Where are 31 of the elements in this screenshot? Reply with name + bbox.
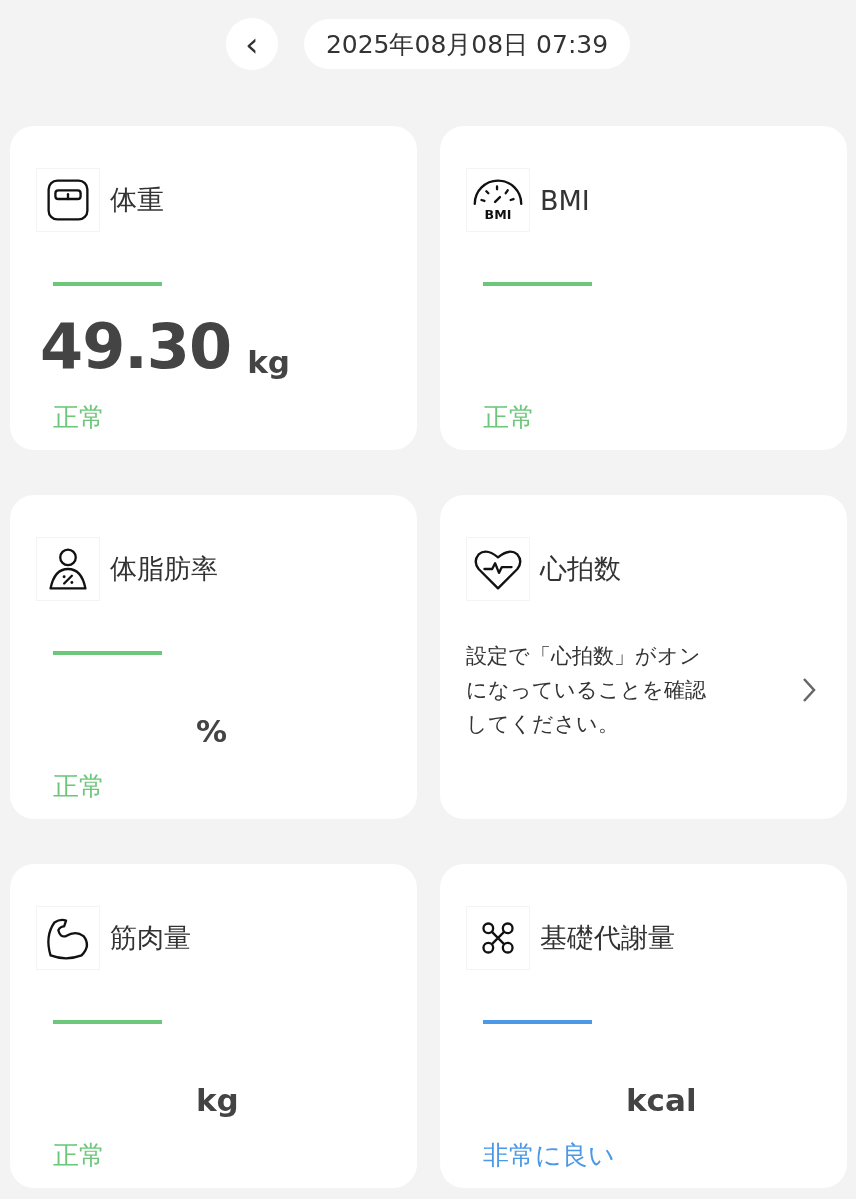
metric-card[interactable]: 筋肉量 kg 正常	[10, 864, 417, 1188]
unit-label: %	[196, 712, 228, 751]
unit-label: kcal	[626, 1081, 697, 1120]
status-label: 正常	[53, 401, 106, 434]
metric-card[interactable]: 体脂肪率 % 正常	[10, 495, 417, 819]
card-title: 心拍数	[540, 552, 621, 586]
card-title: BMI	[540, 184, 590, 216]
status-label: 正常	[483, 401, 536, 434]
card-title: 基礎代謝量	[540, 921, 675, 955]
back-button[interactable]: ‹	[225, 18, 278, 70]
card-title: 体重	[110, 183, 164, 217]
metric-card[interactable]: BMI BMI 正常	[440, 126, 847, 450]
network-icon	[466, 906, 530, 970]
gauge-icon: BMI	[466, 168, 530, 232]
unit-label: kg	[196, 1081, 239, 1120]
chevron-right-icon[interactable]	[801, 676, 817, 704]
status-label: 非常に良い	[483, 1139, 616, 1172]
flexed-arm-icon	[36, 906, 100, 970]
status-label: 正常	[53, 1139, 106, 1172]
metric-card[interactable]: 基礎代謝量 kcal 非常に良い	[440, 864, 847, 1188]
scale-icon	[36, 168, 100, 232]
card-title: 筋肉量	[110, 921, 191, 955]
metric-card[interactable]: 心拍数 設定で「心拍数」がオンになっていることを確認してください。	[440, 495, 847, 819]
unit-label: kg	[247, 343, 290, 382]
status-label: 正常	[53, 770, 106, 803]
card-title: 体脂肪率	[110, 552, 218, 586]
value-text: 49.30	[40, 312, 232, 382]
metric-card[interactable]: 体重 49.30 kg 正常	[10, 126, 417, 450]
message-text: 設定で「心拍数」がオンになっていることを確認してください。	[466, 643, 706, 738]
person-icon	[36, 537, 100, 601]
date-label[interactable]: 2025年08月08日 07:39	[303, 19, 631, 69]
